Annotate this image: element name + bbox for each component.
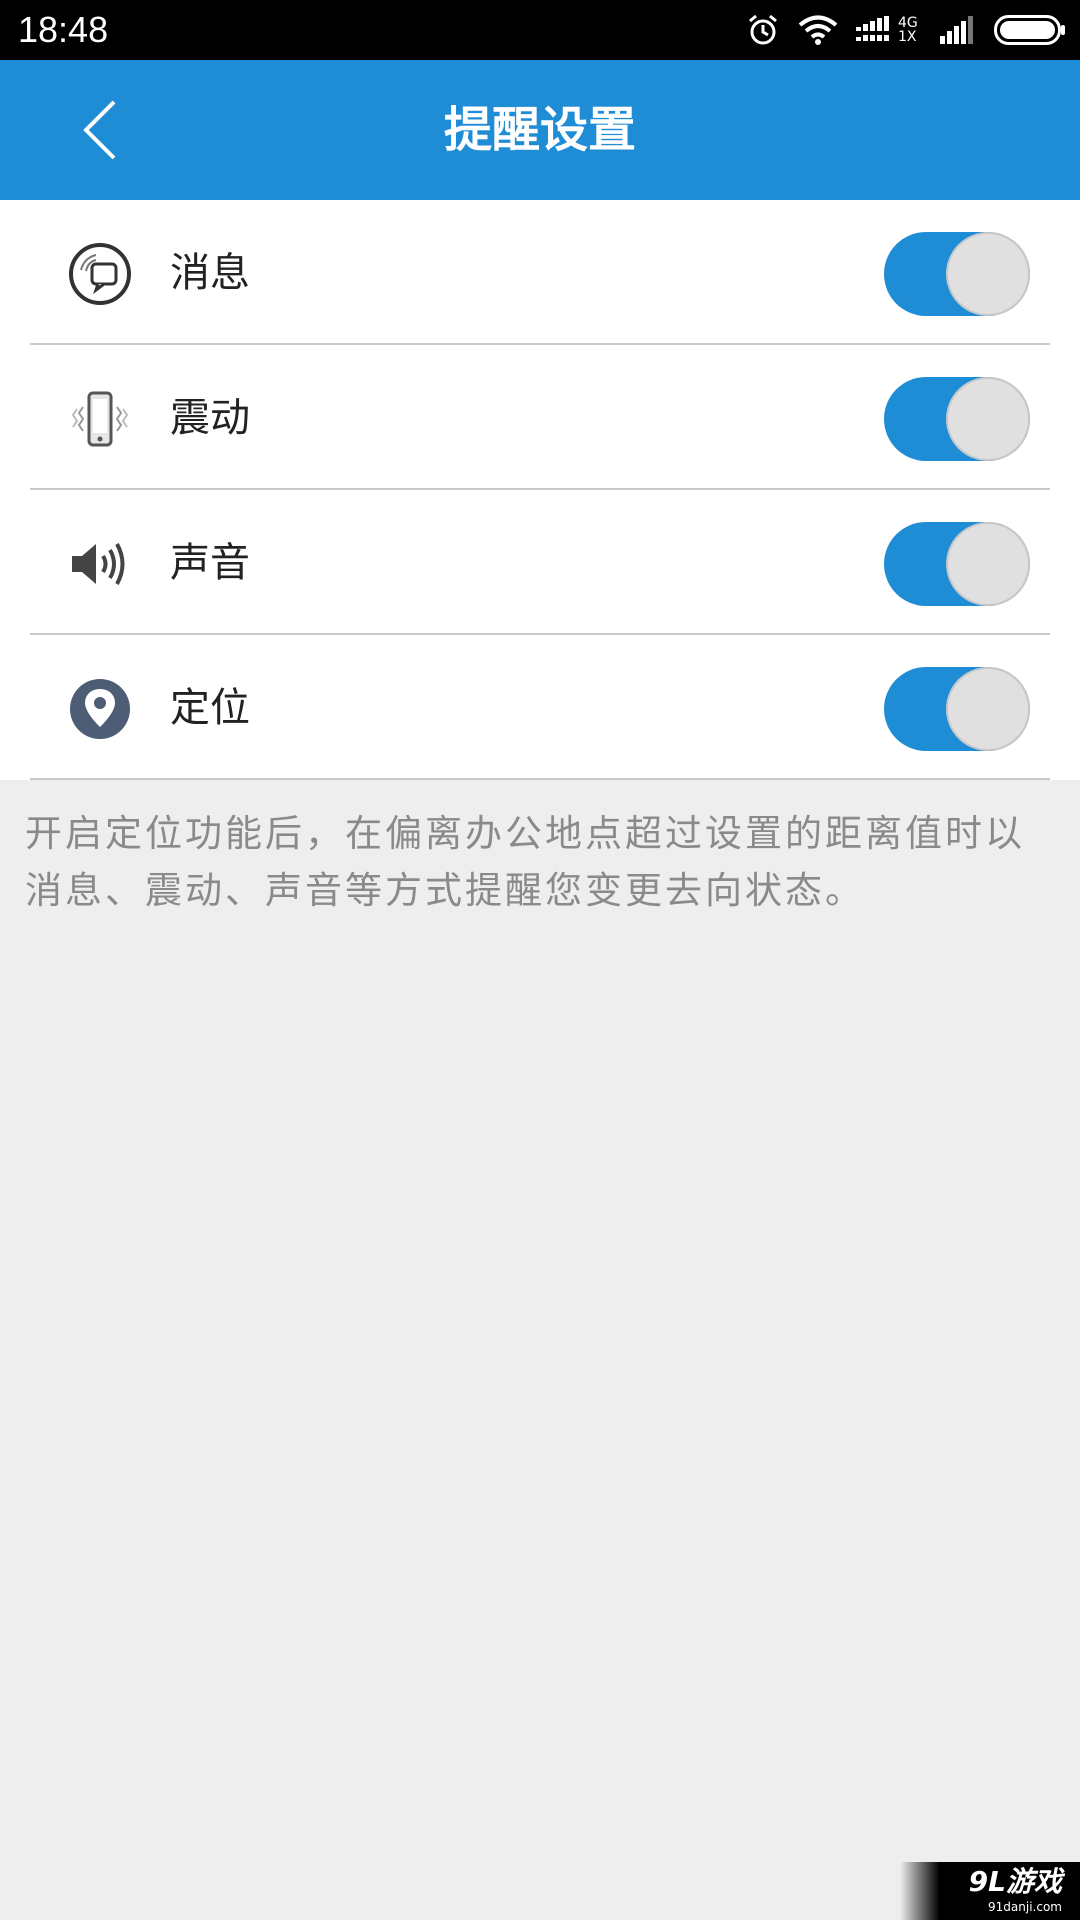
setting-label: 定位: [170, 685, 250, 731]
status-time: 18:48: [18, 9, 109, 50]
setting-row-sound: 声音: [30, 490, 1050, 635]
location-pin-icon: [68, 677, 132, 741]
page-title: 提醒设置: [443, 102, 636, 158]
watermark-url: 91danji.com: [988, 1900, 1062, 1914]
setting-label: 声音: [170, 540, 250, 586]
message-bubble-icon: [68, 242, 132, 306]
watermark-logo: 9L游戏: [968, 1865, 1062, 1898]
setting-row-vibrate: 震动: [30, 345, 1050, 490]
network-type-top: 4G: [898, 15, 918, 31]
app-bar: 提醒设置: [0, 60, 1080, 200]
toggle-knob: [946, 667, 1030, 751]
toggle-knob: [946, 522, 1030, 606]
status-bar: 18:48 4G 1X: [0, 0, 1080, 60]
toggle-knob: [946, 232, 1030, 316]
settings-list: 消息 震动 声音 定位: [0, 200, 1080, 780]
setting-row-message: 消息: [30, 200, 1050, 345]
signal-icon: [856, 16, 889, 41]
alarm-icon: [749, 14, 777, 45]
location-toggle[interactable]: [884, 667, 1030, 751]
setting-label: 震动: [170, 395, 250, 441]
description-text: 开启定位功能后，在偏离办公地点超过设置的距离值时以消息、震动、声音等方式提醒您变…: [25, 812, 1025, 912]
setting-row-location: 定位: [30, 635, 1050, 780]
signal-icon: [940, 16, 973, 44]
message-toggle[interactable]: [884, 232, 1030, 316]
sound-toggle[interactable]: [884, 522, 1030, 606]
battery-icon: [994, 15, 1065, 45]
wifi-icon: [798, 15, 838, 45]
watermark: 9L游戏 91danji.com: [900, 1862, 1080, 1920]
status-icons: 4G 1X: [728, 10, 1066, 50]
toggle-knob: [946, 377, 1030, 461]
vibrate-phone-icon: [68, 387, 132, 451]
network-type: 4G 1X: [898, 16, 922, 44]
network-type-bottom: 1X: [898, 29, 917, 45]
vibrate-toggle[interactable]: [884, 377, 1030, 461]
speaker-icon: [68, 532, 132, 596]
setting-label: 消息: [170, 250, 250, 296]
